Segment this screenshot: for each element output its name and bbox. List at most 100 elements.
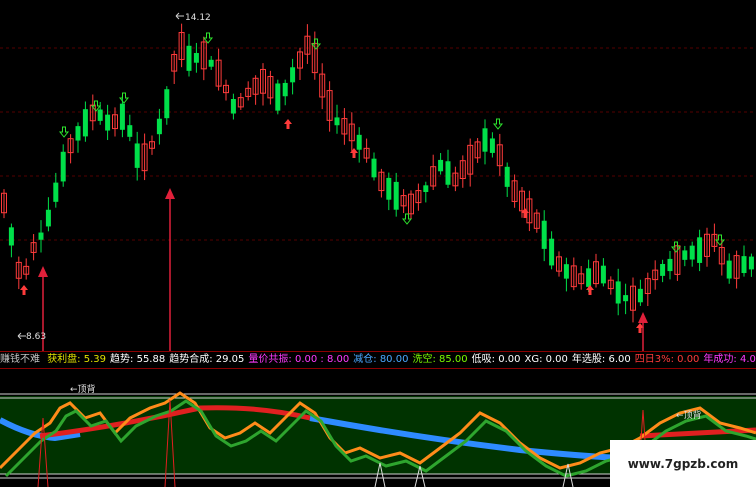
low-pointer-icon	[17, 332, 26, 340]
signal-arrow-icon	[38, 266, 48, 277]
candle-body-down	[371, 158, 377, 178]
candle-body-down	[504, 166, 510, 187]
candle-body-down	[193, 53, 199, 63]
indicator-reading: 趋势合成: 29.05	[169, 354, 244, 365]
indicator-label: XG:	[524, 354, 543, 365]
top-divergence-label: ←顶背	[676, 409, 702, 421]
indicator-label: 赚钱不难	[0, 354, 40, 365]
indicator-reading: 减仓: 80.00	[353, 354, 408, 365]
indicator-label: 减仓:	[353, 354, 377, 365]
panel-divider	[0, 368, 756, 369]
indicator-info-bar: 赚钱不难 获利盘: 5.39 趋势: 55.88 趋势合成: 29.05 量价共振: …	[0, 352, 756, 368]
candle-body-down	[660, 263, 666, 276]
candle-body-down	[741, 256, 747, 274]
indicator-label: 年选股:	[571, 354, 606, 365]
indicator-label: 趋势合成:	[169, 354, 213, 365]
sell-arrow-icon	[401, 213, 413, 225]
candle-body-down	[119, 103, 125, 130]
candle-body-down	[186, 45, 192, 71]
candle-body-down	[230, 98, 236, 114]
candle-body-down	[615, 281, 621, 304]
candle-body-down	[393, 181, 399, 210]
candle-body-down	[697, 237, 703, 263]
candlestick-chart[interactable]: 14.12 8.63	[0, 0, 756, 352]
indicator-reading: 量价共振: 0.00 : 8.00	[248, 354, 349, 365]
candle-body-down	[386, 177, 392, 200]
candle-body-down	[726, 260, 732, 279]
candle-body-down	[489, 138, 495, 153]
price-high-label: 14.12	[185, 13, 211, 23]
watermark-text: www.7gpzb.com	[610, 440, 756, 487]
candle-body-down	[748, 256, 754, 270]
candle-body-down	[8, 227, 14, 246]
price-low-label: 8.63	[26, 332, 46, 342]
candle-body-down	[45, 209, 51, 227]
indicator-reading: 年成功: 4.00	[703, 354, 756, 365]
sell-arrow-icon	[670, 241, 682, 253]
candle-body-down	[667, 258, 673, 272]
indicator-reading: 洗空: 85.00	[412, 354, 467, 365]
indicator-value: 0.00	[545, 354, 568, 365]
candle-body-down	[38, 232, 44, 240]
indicator-label: 趋势:	[110, 354, 134, 365]
candle-body-down	[600, 265, 606, 284]
candle-body-down	[682, 250, 688, 260]
high-pointer-icon	[175, 12, 184, 20]
sell-arrow-icon	[492, 118, 504, 130]
buy-arrow-icon	[20, 285, 28, 295]
candle-body-down	[53, 182, 59, 202]
indicator-reading: 年选股: 6.00	[572, 354, 631, 365]
indicator-label: 获利盘:	[47, 354, 81, 365]
signal-arrow-icon	[165, 188, 175, 199]
indicator-value: 4.00	[739, 354, 756, 365]
candle-body-down	[689, 245, 695, 260]
indicator-label: 量价共振:	[248, 354, 292, 365]
candle-body-down	[82, 109, 88, 137]
candle-body-down	[541, 220, 547, 249]
candle-body-down	[549, 238, 555, 266]
indicator-reading: XG: 0.00	[524, 354, 567, 365]
indicator-reading: 四日3%: 0.00	[635, 354, 700, 365]
indicator-label: 四日3%:	[634, 354, 674, 365]
candle-body-down	[134, 143, 140, 168]
indicator-label: 年成功:	[703, 354, 737, 365]
candle-body-down	[127, 125, 133, 137]
candle-body-down	[423, 185, 429, 192]
indicator-reading: 赚钱不难	[0, 354, 43, 365]
candle-body-down	[482, 128, 488, 152]
top-divergence-label: ←顶背	[70, 383, 96, 395]
candle-body-down	[60, 151, 66, 182]
indicator-label: 洗空:	[412, 354, 436, 365]
candle-body-down	[334, 117, 340, 126]
candle-body-down	[637, 288, 643, 303]
indicator-value: 85.00	[439, 354, 468, 365]
indicator-value: 80.00	[379, 354, 409, 365]
candle-body-down	[275, 83, 281, 111]
candle-body-down	[97, 109, 103, 121]
candle-body-down	[438, 159, 444, 172]
candle-body-down	[208, 59, 214, 67]
indicator-reading: 低吸: 0.00	[472, 354, 521, 365]
indicator-reading: 趋势: 55.88	[110, 354, 165, 365]
signal-arrow-icon	[638, 312, 648, 323]
candle-body-down	[105, 114, 111, 131]
candle-body-down	[164, 89, 170, 119]
candle-body-down	[156, 118, 162, 135]
indicator-value: 29.05	[215, 354, 245, 365]
indicator-value: 5.39	[83, 354, 107, 365]
sell-arrow-icon	[58, 126, 70, 138]
candle-body-down	[623, 295, 629, 302]
candle-body-down	[586, 268, 592, 287]
indicator-value: 55.88	[136, 354, 166, 365]
indicator-value: 6.00	[608, 354, 631, 365]
candle-body-down	[75, 126, 81, 141]
buy-arrow-icon	[284, 119, 292, 129]
indicator-value: 0.00	[498, 354, 521, 365]
indicator-label: 低吸:	[471, 354, 496, 365]
indicator-reading: 获利盘: 5.39	[47, 354, 106, 365]
indicator-value: 0.00 : 8.00	[294, 354, 350, 365]
indicator-value: 0.00	[677, 354, 700, 365]
candle-body-down	[290, 67, 296, 83]
candle-body-down	[282, 82, 288, 97]
candle-body-down	[356, 134, 362, 150]
